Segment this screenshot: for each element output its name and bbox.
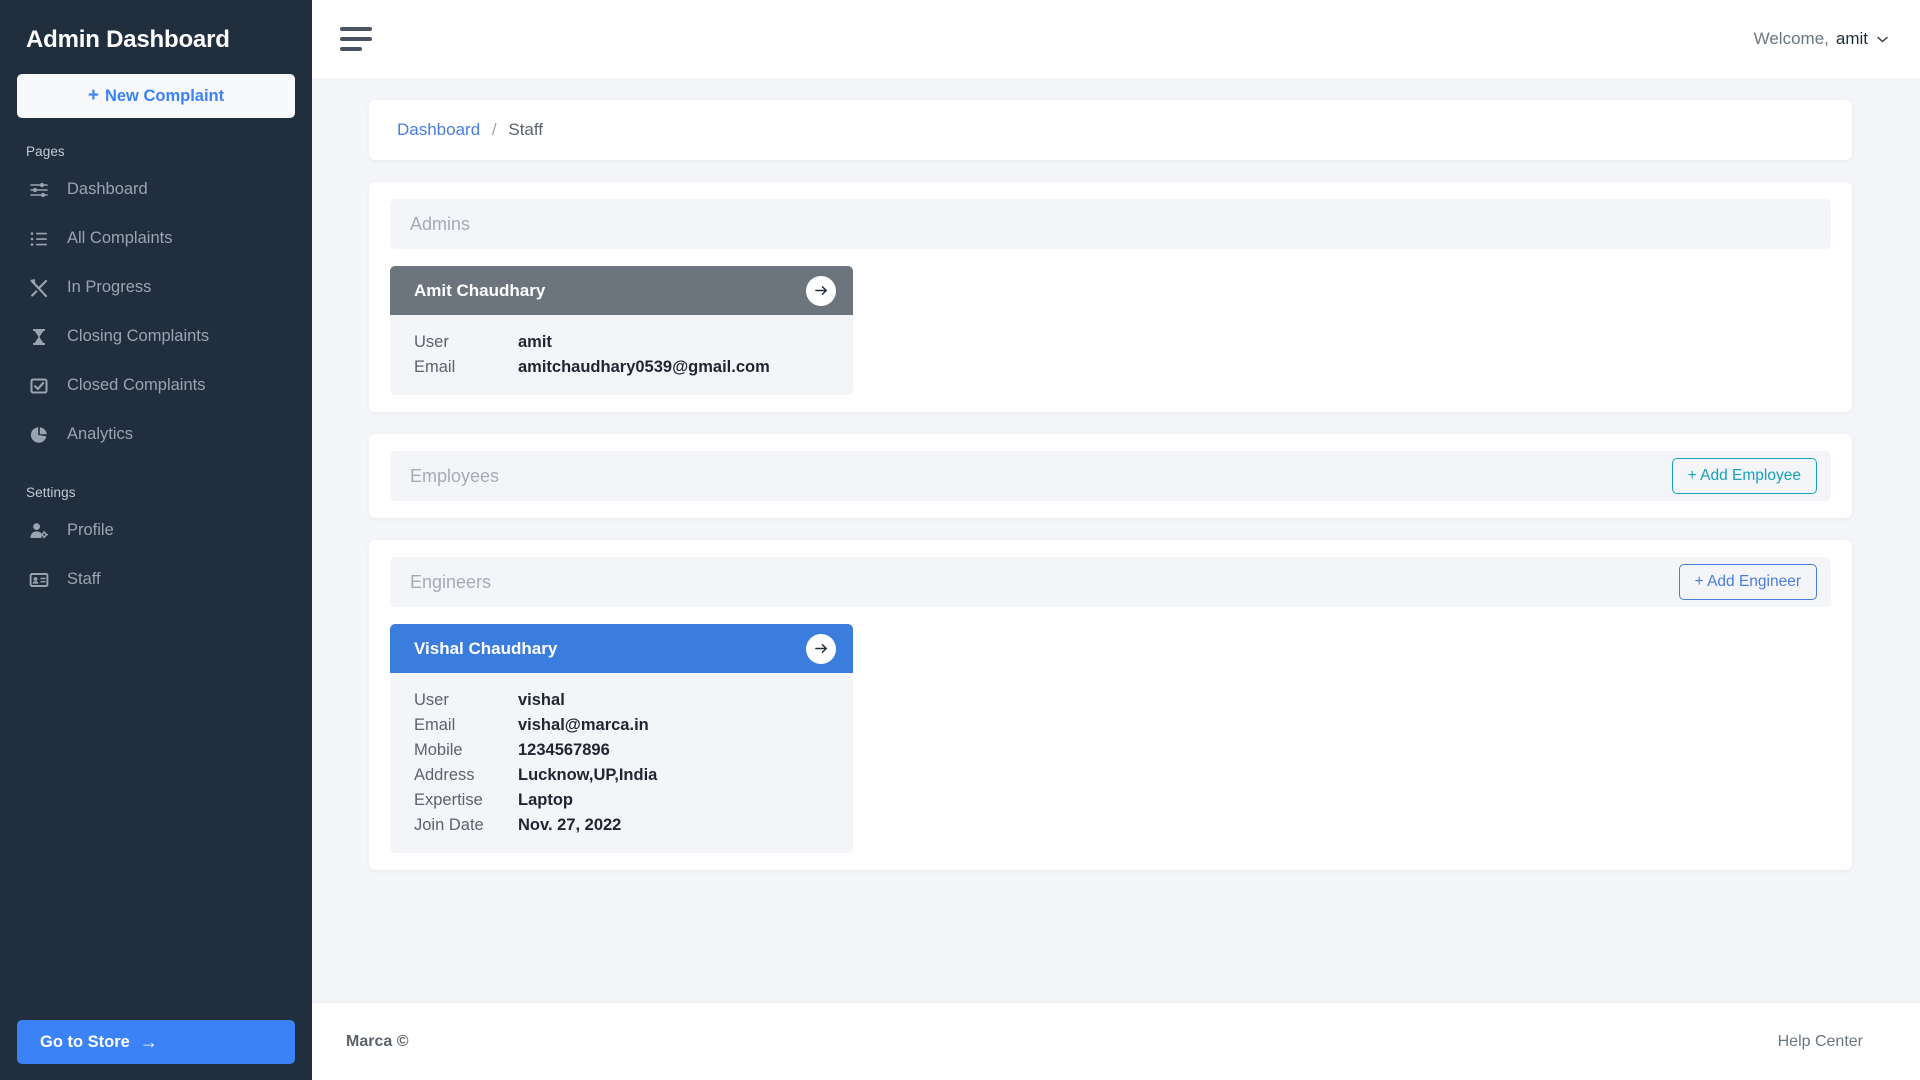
field-row: Mobile 1234567896 [414, 741, 829, 760]
engineers-section-card: Engineers + Add Engineer Vishal Chaudhar… [369, 540, 1852, 870]
footer: Marca © Help Center [312, 1002, 1920, 1080]
sidebar-item-staff[interactable]: Staff [0, 555, 312, 604]
engineer-card-header: Vishal Chaudhary [390, 624, 853, 673]
field-label: Join Date [414, 816, 484, 834]
sidebar-item-closed-complaints[interactable]: Closed Complaints [0, 361, 312, 410]
footer-copyright: Marca © [346, 1032, 409, 1050]
sidebar-item-label: Staff [67, 570, 101, 588]
field-value: 1234567896 [518, 741, 610, 759]
sidebar-item-analytics[interactable]: Analytics [0, 410, 312, 459]
arrow-right-icon: → [139, 1031, 158, 1052]
admin-detail-arrow-button[interactable] [806, 275, 836, 306]
sliders-icon [28, 179, 50, 201]
field-value: Laptop [518, 791, 573, 809]
field-row: User amit [414, 333, 829, 352]
breadcrumb-card: Dashboard / Staff [369, 100, 1852, 160]
field-label: Mobile [414, 741, 463, 759]
sidebar-item-label: Closing Complaints [67, 327, 210, 345]
engineers-section-header: Engineers + Add Engineer [390, 557, 1831, 607]
page-content: Dashboard / Staff Admins Amit Chaudhary [312, 78, 1920, 1002]
admin-person-card: Amit Chaudhary User amit Email amitchaud… [390, 266, 853, 395]
nav-section-pages-label: Pages [26, 144, 65, 159]
employees-section-card: Employees + Add Employee [369, 434, 1852, 518]
sidebar: Admin Dashboard + New Complaint Pages Da… [0, 0, 312, 1080]
new-complaint-label: New Complaint [104, 86, 225, 105]
field-value: vishal@marca.in [518, 716, 649, 734]
engineer-card-body: User vishal Email vishal@marca.in Mobile… [390, 673, 853, 853]
sidebar-item-label: Dashboard [67, 180, 148, 198]
engineer-person-card: Vishal Chaudhary User vishal Email visha… [390, 624, 853, 853]
field-row: Expertise Laptop [414, 791, 829, 810]
user-name: amit [1835, 29, 1868, 48]
field-row: Join Date Nov. 27, 2022 [414, 816, 829, 835]
add-employee-button[interactable]: + Add Employee [1671, 458, 1817, 494]
section-title: Engineers [410, 571, 492, 592]
field-label: Expertise [414, 791, 483, 809]
field-value: vishal [518, 691, 565, 709]
hamburger-line [340, 27, 372, 31]
sidebar-item-label: Analytics [67, 425, 134, 443]
field-label: Email [414, 358, 456, 376]
field-value: Nov. 27, 2022 [518, 816, 622, 834]
hamburger-line [340, 47, 362, 51]
sidebar-item-label: In Progress [67, 278, 152, 296]
id-card-icon [28, 569, 50, 591]
sidebar-item-profile[interactable]: Profile [0, 506, 312, 555]
main-area: Welcome, amit Dashboard / Staff Admins A… [312, 0, 1920, 1080]
sidebar-item-closing-complaints[interactable]: Closing Complaints [0, 312, 312, 361]
tools-icon [28, 277, 50, 299]
sidebar-item-dashboard[interactable]: Dashboard [0, 165, 312, 214]
section-title: Admins [410, 213, 471, 234]
field-value: amitchaudhary0539@gmail.com [518, 358, 770, 376]
plus-icon: + [87, 85, 99, 106]
section-title: Employees [410, 465, 500, 486]
sidebar-item-all-complaints[interactable]: All Complaints [0, 214, 312, 263]
admins-section-header: Admins [390, 199, 1831, 249]
sidebar-item-label: All Complaints [67, 229, 173, 247]
field-label: Address [414, 766, 475, 784]
sidebar-item-label: Profile [67, 521, 114, 539]
field-label: Email [414, 716, 456, 734]
welcome-text: Welcome, [1753, 29, 1829, 48]
field-row: Email amitchaudhary0539@gmail.com [414, 358, 829, 377]
field-label: User [414, 333, 449, 351]
checkbox-checked-icon [28, 375, 50, 397]
field-row: Email vishal@marca.in [414, 716, 829, 735]
nav-section-settings-label: Settings [26, 485, 76, 500]
employees-section-header: Employees + Add Employee [390, 451, 1831, 501]
hourglass-icon [28, 326, 50, 348]
chevron-down-icon [1877, 33, 1888, 45]
user-menu[interactable]: Welcome, amit [1754, 29, 1888, 49]
breadcrumb-link-dashboard[interactable]: Dashboard [397, 120, 480, 139]
sidebar-item-in-progress[interactable]: In Progress [0, 263, 312, 312]
hamburger-icon[interactable] [340, 23, 374, 55]
admin-card-body: User amit Email amitchaudhary0539@gmail.… [390, 315, 853, 395]
sidebar-item-label: Closed Complaints [67, 376, 206, 394]
app-root: Admin Dashboard + New Complaint Pages Da… [0, 0, 1920, 1080]
field-row: User vishal [414, 691, 829, 710]
field-label: User [414, 691, 449, 709]
person-name: Amit Chaudhary [414, 280, 546, 300]
field-row: Address Lucknow,UP,India [414, 766, 829, 785]
list-icon [28, 228, 50, 250]
add-engineer-button[interactable]: + Add Engineer [1678, 564, 1817, 600]
field-value: Lucknow,UP,India [518, 766, 658, 784]
new-complaint-button[interactable]: + New Complaint [17, 74, 295, 118]
breadcrumb-current-staff: Staff [508, 120, 544, 139]
breadcrumb: Dashboard / Staff [397, 120, 1824, 140]
footer-help-center-link[interactable]: Help Center [1778, 1033, 1863, 1051]
engineer-detail-arrow-button[interactable] [806, 633, 836, 664]
hamburger-line [340, 37, 372, 41]
user-gear-icon [28, 520, 50, 542]
pie-chart-icon [28, 424, 50, 446]
app-brand-title: Admin Dashboard [26, 26, 230, 53]
top-bar: Welcome, amit [312, 0, 1920, 78]
go-to-store-label: Go to Store [40, 1032, 130, 1051]
admin-card-header: Amit Chaudhary [390, 266, 853, 315]
field-value: amit [518, 333, 552, 351]
admins-section-card: Admins Amit Chaudhary User amit Email am… [369, 182, 1852, 412]
person-name: Vishal Chaudhary [414, 638, 558, 658]
go-to-store-button[interactable]: Go to Store → [17, 1020, 295, 1064]
breadcrumb-separator: / [491, 120, 497, 139]
